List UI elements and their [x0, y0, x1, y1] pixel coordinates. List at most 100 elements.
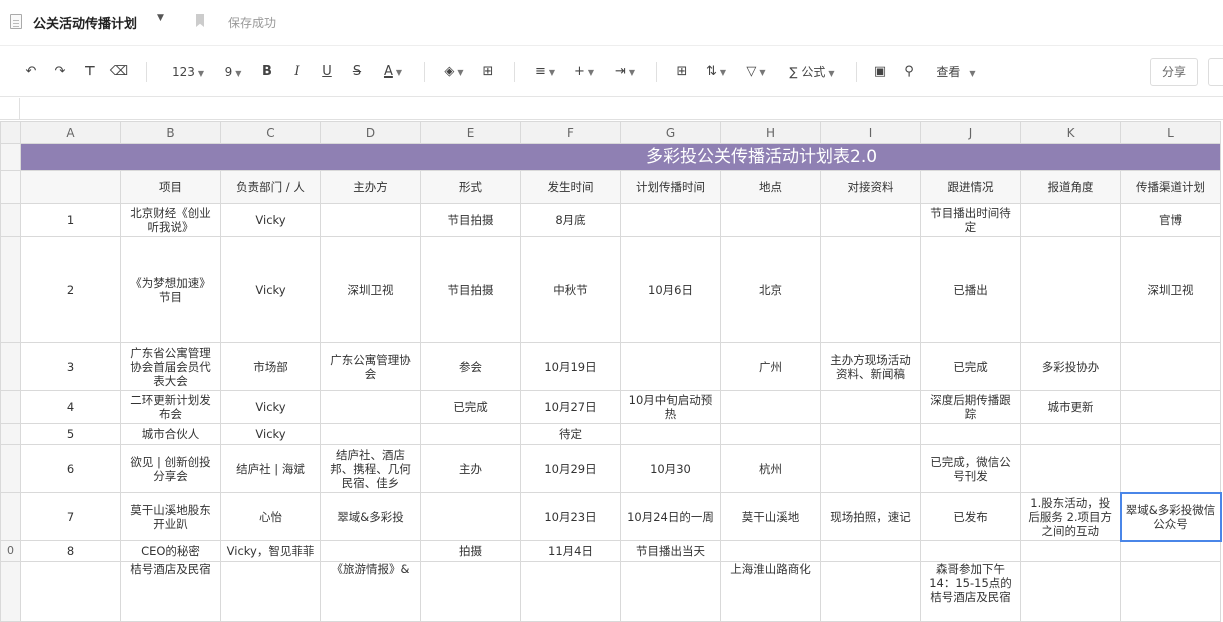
table-cell[interactable]: 8: [20, 540, 121, 562]
text-wrap-icon[interactable]: ⇥ ▼: [610, 61, 640, 83]
header-cell[interactable]: 传播渠道计划: [1120, 170, 1221, 204]
table-cell[interactable]: [1020, 236, 1121, 343]
bold-button[interactable]: B: [258, 61, 276, 83]
table-cell[interactable]: 参会: [420, 342, 521, 391]
title-dropdown-icon[interactable]: ▼: [157, 13, 164, 23]
table-cell[interactable]: Vicky，智见菲菲: [220, 540, 321, 562]
table-cell[interactable]: 3: [20, 342, 121, 391]
table-cell[interactable]: Vicky: [220, 390, 321, 424]
table-cell[interactable]: [320, 423, 421, 445]
format-painter-icon[interactable]: ⊤: [80, 61, 100, 83]
table-cell[interactable]: [720, 540, 821, 562]
table-cell[interactable]: 10月中旬启动预热: [620, 390, 721, 424]
table-cell[interactable]: 主办方现场活动资料、新闻稿: [820, 342, 921, 391]
table-cell[interactable]: 杭州: [720, 444, 821, 493]
fill-color-icon[interactable]: ◈ ▼: [440, 61, 468, 83]
row-header[interactable]: [0, 143, 21, 171]
find-icon[interactable]: ⚲: [899, 61, 919, 83]
table-cell[interactable]: 深圳卫视: [320, 236, 421, 343]
table-cell[interactable]: 10月19日: [520, 342, 621, 391]
column-header-k[interactable]: K: [1020, 121, 1121, 144]
header-cell[interactable]: 项目: [120, 170, 221, 204]
header-cell[interactable]: [20, 170, 121, 204]
table-cell[interactable]: 6: [20, 444, 121, 493]
table-cell[interactable]: [820, 203, 921, 237]
table-cell[interactable]: [1120, 423, 1221, 445]
table-cell[interactable]: 北京: [720, 236, 821, 343]
table-cell[interactable]: [420, 423, 521, 445]
number-format-dropdown[interactable]: 123 ▼: [168, 61, 208, 83]
table-cell[interactable]: 10月23日: [520, 492, 621, 541]
table-cell[interactable]: [820, 390, 921, 424]
table-cell[interactable]: 10月29日: [520, 444, 621, 493]
table-cell[interactable]: [1120, 342, 1221, 391]
table-cell[interactable]: [1020, 203, 1121, 237]
table-cell[interactable]: 欲见 | 创新创投分享会: [120, 444, 221, 493]
column-header-h[interactable]: H: [720, 121, 821, 144]
merge-cells-icon[interactable]: ⊞: [672, 61, 692, 83]
sort-icon[interactable]: ⇅ ▼: [702, 61, 730, 83]
filter-icon[interactable]: ▽ ▼: [742, 61, 770, 83]
table-cell[interactable]: 1: [20, 203, 121, 237]
table-cell[interactable]: [620, 203, 721, 237]
table-cell[interactable]: [1120, 444, 1221, 493]
table-cell[interactable]: [20, 561, 121, 622]
table-cell[interactable]: 上海淮山路商化: [720, 561, 821, 622]
table-cell[interactable]: 城市合伙人: [120, 423, 221, 445]
table-cell[interactable]: [620, 342, 721, 391]
table-cell[interactable]: [820, 444, 921, 493]
table-cell[interactable]: 10月6日: [620, 236, 721, 343]
table-cell[interactable]: [420, 492, 521, 541]
row-header[interactable]: [0, 170, 21, 204]
row-header[interactable]: [0, 342, 21, 391]
header-cell[interactable]: 对接资料: [820, 170, 921, 204]
row-header[interactable]: 0: [0, 540, 21, 562]
table-cell[interactable]: [620, 561, 721, 622]
clear-format-icon[interactable]: ⌫: [108, 61, 130, 83]
table-cell[interactable]: 已发布: [920, 492, 1021, 541]
document-title[interactable]: 公关活动传播计划: [33, 13, 137, 32]
header-cell[interactable]: 主办方: [320, 170, 421, 204]
header-cell[interactable]: 计划传播时间: [620, 170, 721, 204]
table-cell[interactable]: 深度后期传播跟踪: [920, 390, 1021, 424]
column-header-i[interactable]: I: [820, 121, 921, 144]
column-header-a[interactable]: A: [20, 121, 121, 144]
font-size-dropdown[interactable]: 9 ▼: [218, 61, 248, 83]
table-cell[interactable]: 节目拍摄: [420, 203, 521, 237]
table-cell[interactable]: [1020, 540, 1121, 562]
table-cell[interactable]: 节目播出当天: [620, 540, 721, 562]
row-header[interactable]: [0, 492, 21, 541]
table-cell[interactable]: [320, 540, 421, 562]
table-cell[interactable]: 待定: [520, 423, 621, 445]
italic-button[interactable]: I: [288, 61, 306, 83]
table-cell[interactable]: 深圳卫视: [1120, 236, 1221, 343]
table-cell[interactable]: 拍摄: [420, 540, 521, 562]
table-cell[interactable]: 森哥参加下午14：15-15点的桔号酒店及民宿: [920, 561, 1021, 622]
strikethrough-button[interactable]: S: [348, 61, 366, 83]
select-all-corner[interactable]: [0, 121, 21, 144]
table-cell[interactable]: [820, 540, 921, 562]
column-header-b[interactable]: B: [120, 121, 221, 144]
table-cell[interactable]: Vicky: [220, 236, 321, 343]
table-cell[interactable]: [520, 561, 621, 622]
column-header-l[interactable]: L: [1120, 121, 1221, 144]
table-cell[interactable]: [320, 203, 421, 237]
header-cell[interactable]: 跟进情况: [920, 170, 1021, 204]
table-cell[interactable]: [1120, 390, 1221, 424]
table-cell[interactable]: 结庐社、酒店邦、携程、几何民宿、佳乡: [320, 444, 421, 493]
table-cell[interactable]: 广东省公寓管理协会首届会员代表大会: [120, 342, 221, 391]
table-cell[interactable]: [820, 561, 921, 622]
table-cell[interactable]: 城市更新: [1020, 390, 1121, 424]
table-cell[interactable]: 11月4日: [520, 540, 621, 562]
table-cell[interactable]: 8月底: [520, 203, 621, 237]
more-button[interactable]: [1208, 58, 1223, 86]
table-cell[interactable]: 结庐社 | 海斌: [220, 444, 321, 493]
row-header[interactable]: [0, 390, 21, 424]
table-cell[interactable]: 节目播出时间待定: [920, 203, 1021, 237]
table-cell[interactable]: [1120, 540, 1221, 562]
table-cell[interactable]: 二环更新计划发布会: [120, 390, 221, 424]
table-cell[interactable]: Vicky: [220, 423, 321, 445]
row-header[interactable]: [0, 236, 21, 343]
view-dropdown[interactable]: 查看 ▼: [932, 61, 980, 83]
table-cell[interactable]: 4: [20, 390, 121, 424]
